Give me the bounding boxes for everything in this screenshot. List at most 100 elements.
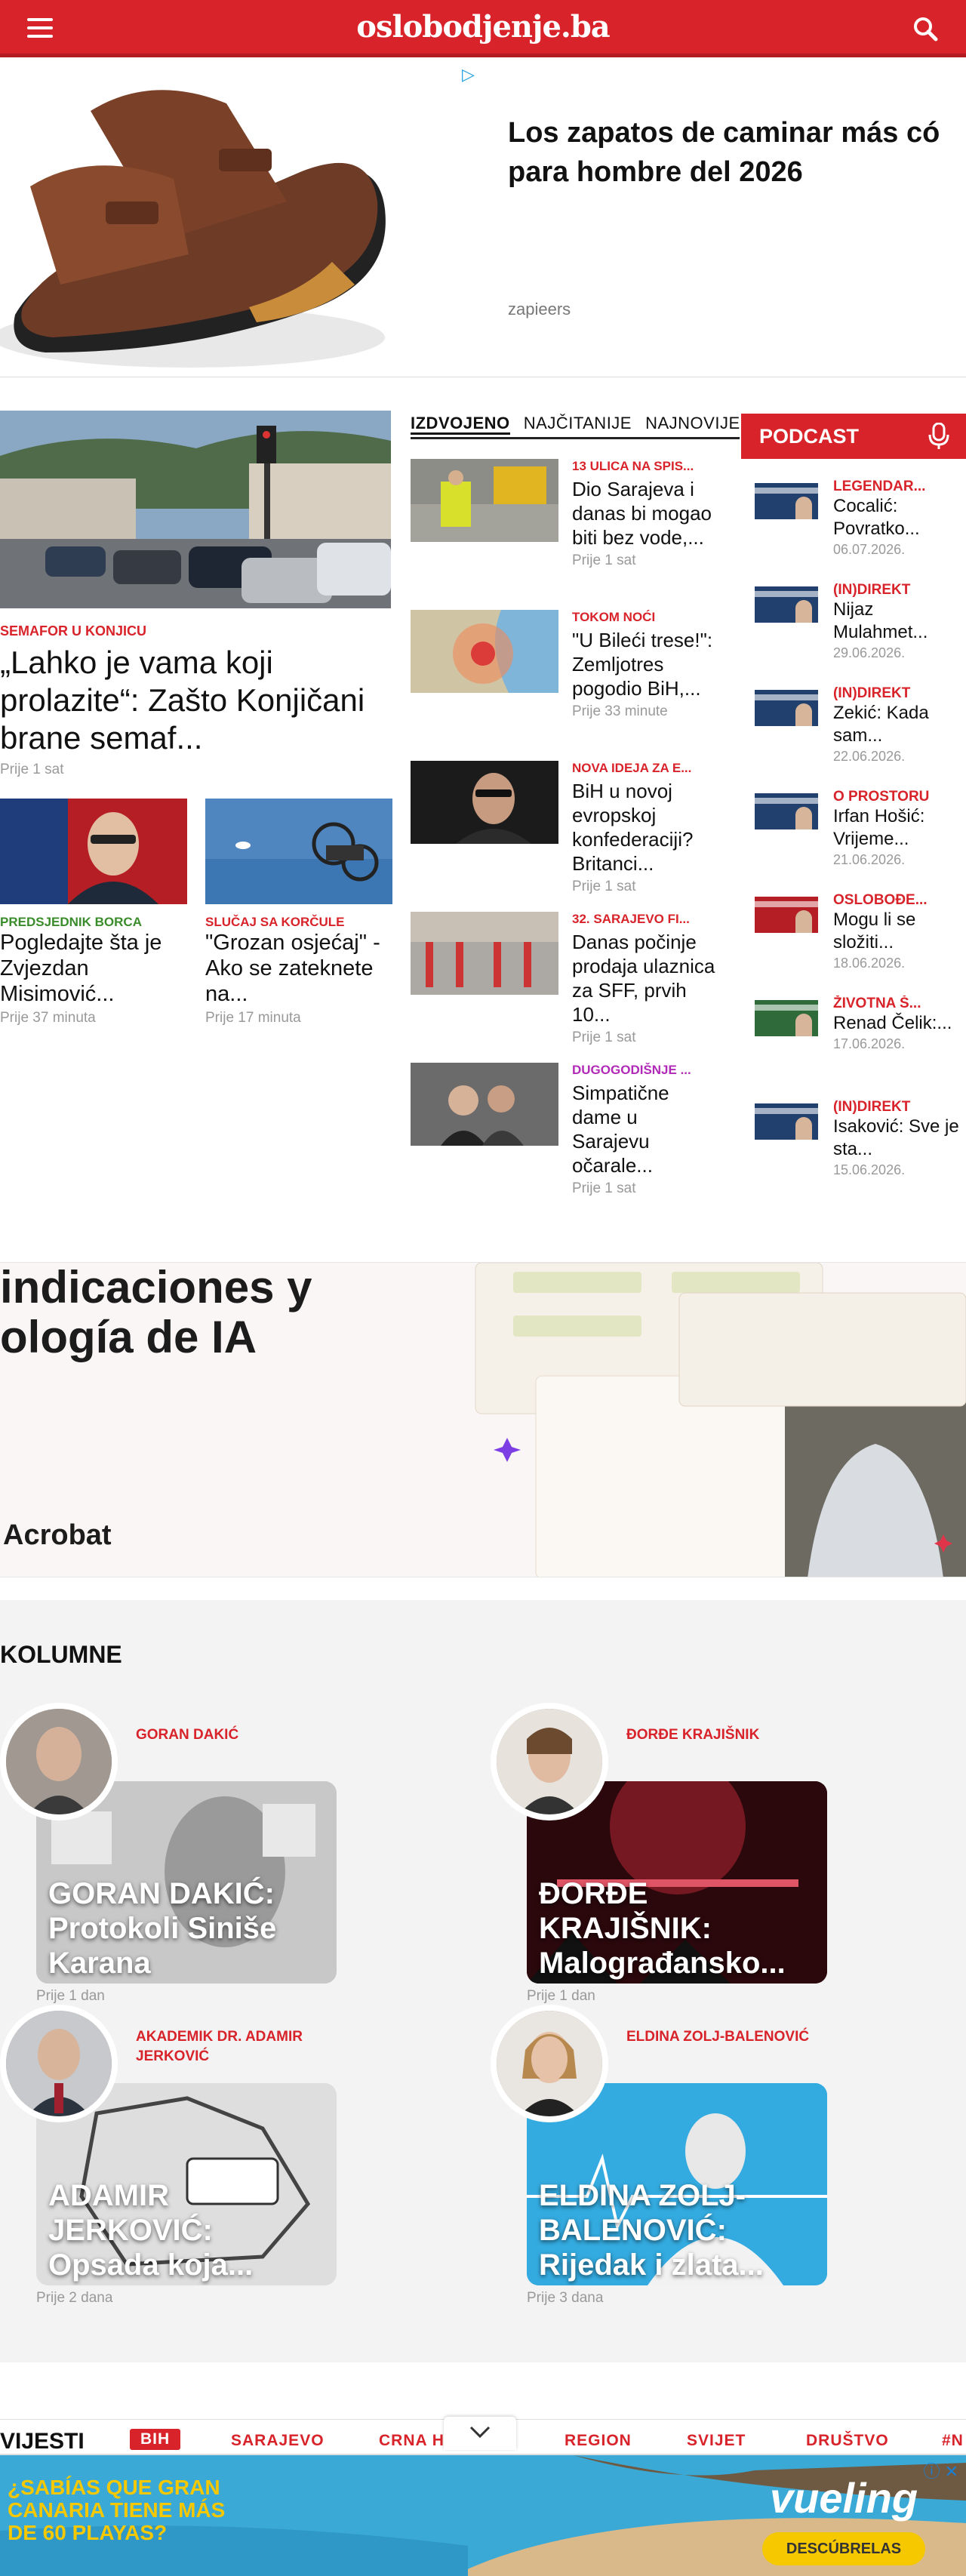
tab-izdvojeno[interactable]: IZDVOJENO xyxy=(411,414,510,435)
podcast-title[interactable]: Renad Čelik:... xyxy=(833,1012,961,1035)
collapse-ad-button[interactable] xyxy=(444,2417,516,2450)
lead-story-image[interactable] xyxy=(0,411,391,608)
sub-story[interactable]: SLUČAJ SA KORČULE "Grozan osjećaj" - Ako… xyxy=(205,799,392,1026)
podcast-item[interactable]: ŽIVOTNA Š... Renad Čelik:... 17.06.2026. xyxy=(741,996,966,1103)
podcast-thumbnail[interactable] xyxy=(755,1103,818,1140)
featured-item-image[interactable] xyxy=(411,459,558,542)
featured-item-title[interactable]: Simpatične dame u Sarajevu očarale... xyxy=(572,1081,720,1177)
featured-item-image[interactable] xyxy=(411,761,558,844)
tab-najnovije[interactable]: NAJNOVIJE xyxy=(645,414,740,432)
featured-item-category[interactable]: 32. SARAJEVO FI... xyxy=(572,912,720,927)
featured-item-image[interactable] xyxy=(411,1063,558,1146)
search-icon[interactable] xyxy=(912,15,939,42)
podcast-date: 22.06.2026. xyxy=(833,749,906,764)
nav-item-bih[interactable]: BIH xyxy=(130,2429,181,2450)
column-author[interactable]: AKADEMIK DR. ADAMIR JERKOVIĆ xyxy=(136,2027,347,2067)
ad-banner-acrobat[interactable]: indicaciones y ología de IA Acrobat xyxy=(0,1262,966,1577)
sub-story-time: Prije 17 minuta xyxy=(205,1010,301,1026)
lead-story-category[interactable]: SEMAFOR U KONJICU xyxy=(0,623,391,639)
lead-story-title[interactable]: „Lahko je vama koji prolazite“: Zašto Ko… xyxy=(0,644,391,757)
podcast-item[interactable]: (IN)DIREKT Nijaz Mulahmet... 29.06.2026. xyxy=(741,582,966,690)
featured-item-title[interactable]: Danas počinje prodaja ulaznica za SFF, p… xyxy=(572,930,720,1026)
microphone-icon xyxy=(928,423,949,449)
ad-banner-shoes[interactable]: ▷ Los zapatos de caminar más có para hom… xyxy=(0,62,966,377)
site-logo[interactable]: oslobodjenje.ba xyxy=(0,9,966,45)
sub-story-category[interactable]: SLUČAJ SA KORČULE xyxy=(205,915,392,930)
sub-story-title[interactable]: "Grozan osjećaj" - Ako se zateknete na..… xyxy=(205,930,392,1007)
podcast-thumbnail[interactable] xyxy=(755,793,818,829)
podcast-category[interactable]: O PROSTORU xyxy=(833,789,961,805)
sub-story-image[interactable] xyxy=(0,799,187,904)
column-time: Prije 2 dana xyxy=(36,2290,113,2306)
lead-story[interactable]: SEMAFOR U KONJICU „Lahko je vama koji pr… xyxy=(0,411,391,778)
podcast-thumbnail[interactable] xyxy=(755,483,818,519)
column-card[interactable]: ADAMIR JERKOVIĆ: Opsada koja... AKADEMIK… xyxy=(0,2005,377,2307)
podcast-title[interactable]: Nijaz Mulahmet... xyxy=(833,599,961,644)
nav-item-svijet[interactable]: SVIJET xyxy=(687,2432,746,2450)
column-author[interactable]: ELDINA ZOLJ-BALENOVIĆ xyxy=(626,2027,838,2047)
adchoices-icon[interactable]: ▷ xyxy=(462,65,475,85)
podcast-header[interactable]: PODCAST xyxy=(741,414,966,459)
featured-item-image[interactable] xyxy=(411,610,558,693)
podcast-item[interactable]: (IN)DIREKT Isaković: Sve je sta... 15.06.2… xyxy=(741,1099,966,1207)
sub-story-image[interactable] xyxy=(205,799,392,904)
podcast-category[interactable]: OSLOBOĐE... xyxy=(833,892,961,909)
column-card[interactable]: ELDINA ZOLJ-BALENOVIĆ: Rijedak i zlata..… xyxy=(491,2005,868,2307)
ad-brand: Acrobat xyxy=(3,1519,112,1551)
ad-cta-button[interactable]: DESCÚBRELAS xyxy=(762,2532,925,2565)
nav-item-drustvo[interactable]: DRUŠTVO xyxy=(806,2432,889,2450)
podcast-item[interactable]: LEGENDAR... Cocalić: Povratko... 06.07.202… xyxy=(741,479,966,586)
column-time: Prije 3 dana xyxy=(527,2290,604,2306)
podcast-item[interactable]: O PROSTORU Irfan Hošić: Vrijeme... 21.06.2… xyxy=(741,789,966,897)
podcast-thumbnail[interactable] xyxy=(755,897,818,933)
featured-tabs: IZDVOJENO NAJČITANIJE NAJNOVIJE xyxy=(411,414,740,439)
podcast-title[interactable]: Irfan Hošić: Vrijeme... xyxy=(833,805,961,851)
podcast-category[interactable]: (IN)DIREKT xyxy=(833,582,961,599)
podcast-title[interactable]: Mogu li se složiti... xyxy=(833,909,961,954)
site-header: oslobodjenje.ba xyxy=(0,0,966,57)
section-title[interactable]: KOLUMNE xyxy=(0,1641,122,1669)
featured-item-category[interactable]: TOKOM NOĆI xyxy=(572,610,720,625)
podcast-item[interactable]: OSLOBOĐE... Mogu li se složiti... 18.06.20… xyxy=(741,892,966,1000)
column-card[interactable]: GORAN DAKIĆ: Protokoli Siniše Karana GOR… xyxy=(0,1703,377,2005)
sub-story[interactable]: PREDSJEDNIK BORCA Pogledajte šta je Zvje… xyxy=(0,799,187,1026)
podcast-category[interactable]: (IN)DIREKT xyxy=(833,685,961,702)
sub-story-title[interactable]: Pogledajte šta je Zvjezdan Misimović... xyxy=(0,930,187,1007)
podcast-item[interactable]: (IN)DIREKT Zekić: Kada sam... 22.06.2026. xyxy=(741,685,966,793)
column-author[interactable]: GORAN DAKIĆ xyxy=(136,1725,347,1745)
podcast-category[interactable]: (IN)DIREKT xyxy=(833,1099,961,1116)
nav-item-region[interactable]: REGION xyxy=(565,2432,632,2450)
nav-item-more[interactable]: #N xyxy=(942,2432,964,2450)
section-title[interactable]: VIJESTI xyxy=(0,2429,85,2454)
featured-item-category[interactable]: DUGOGODIŠNJE ... xyxy=(572,1063,720,1078)
featured-item-category[interactable]: 13 ULICA NA SPIS... xyxy=(572,459,720,474)
featured-item-title[interactable]: "U Bileći trese!": Zemljotres pogodio Bi… xyxy=(572,628,720,700)
featured-item-time: Prije 1 sat xyxy=(572,1029,636,1045)
podcast-title[interactable]: Isaković: Sve je sta... xyxy=(833,1116,961,1161)
featured-item-image[interactable] xyxy=(411,912,558,995)
podcast-date: 29.06.2026. xyxy=(833,645,906,660)
podcast-title[interactable]: Zekić: Kada sam... xyxy=(833,702,961,747)
podcast-category[interactable]: LEGENDAR... xyxy=(833,479,961,495)
featured-item-title[interactable]: BiH u novoj evropskoj konfederaciji? Bri… xyxy=(572,779,720,876)
avatar[interactable] xyxy=(491,2005,608,2122)
ad-headline: Los zapatos de caminar más có para hombr… xyxy=(508,117,940,188)
featured-item-title[interactable]: Dio Sarajeva i danas bi mogao biti bez v… xyxy=(572,477,720,549)
avatar[interactable] xyxy=(0,2005,118,2122)
podcast-title[interactable]: Cocalić: Povratko... xyxy=(833,495,961,540)
podcast-category[interactable]: ŽIVOTNA Š... xyxy=(833,996,961,1012)
ad-info-close-icon[interactable]: ⓘ ✕ xyxy=(923,2458,958,2482)
avatar[interactable] xyxy=(0,1703,118,1820)
podcast-thumbnail[interactable] xyxy=(755,1000,818,1036)
podcast-thumbnail[interactable] xyxy=(755,586,818,623)
sub-story-category[interactable]: PREDSJEDNIK BORCA xyxy=(0,915,187,930)
tab-najcitanije[interactable]: NAJČITANIJE xyxy=(524,414,632,432)
ad-banner-vueling[interactable]: ¿SABÍAS QUE GRAN CANARIA TIENE MÁS DE 60… xyxy=(0,2455,966,2576)
nav-item-sarajevo[interactable]: SARAJEVO xyxy=(231,2432,325,2450)
column-time: Prije 1 dan xyxy=(527,1988,595,2004)
column-author[interactable]: ĐORĐE KRAJIŠNIK xyxy=(626,1725,838,1745)
column-card[interactable]: ĐORĐE KRAJIŠNIK: Malograđansko... ĐORĐE … xyxy=(491,1703,868,2005)
podcast-thumbnail[interactable] xyxy=(755,690,818,726)
featured-item-category[interactable]: NOVA IDEJA ZA E... xyxy=(572,761,720,776)
avatar[interactable] xyxy=(491,1703,608,1820)
